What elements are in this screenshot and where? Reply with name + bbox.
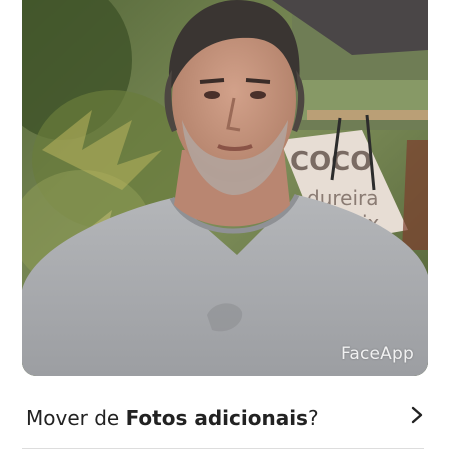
move-prompt-text: Mover de Fotos adicionais? (26, 406, 319, 430)
move-from-additional-photos-row[interactable]: Mover de Fotos adicionais? (0, 390, 450, 448)
row-divider (22, 448, 424, 449)
move-prefix: Mover de (26, 406, 126, 430)
chevron-right-icon (411, 406, 423, 424)
move-suffix: ? (307, 406, 319, 430)
photo-card[interactable]: COCO dureira ix (22, 0, 428, 376)
screen: COCO dureira ix (0, 0, 450, 450)
sign-text-1: COCO (290, 147, 372, 177)
selfie-photo: COCO dureira ix (22, 0, 428, 376)
folder-name: Fotos adicionais (125, 406, 308, 430)
faceapp-watermark: FaceApp (340, 344, 414, 364)
